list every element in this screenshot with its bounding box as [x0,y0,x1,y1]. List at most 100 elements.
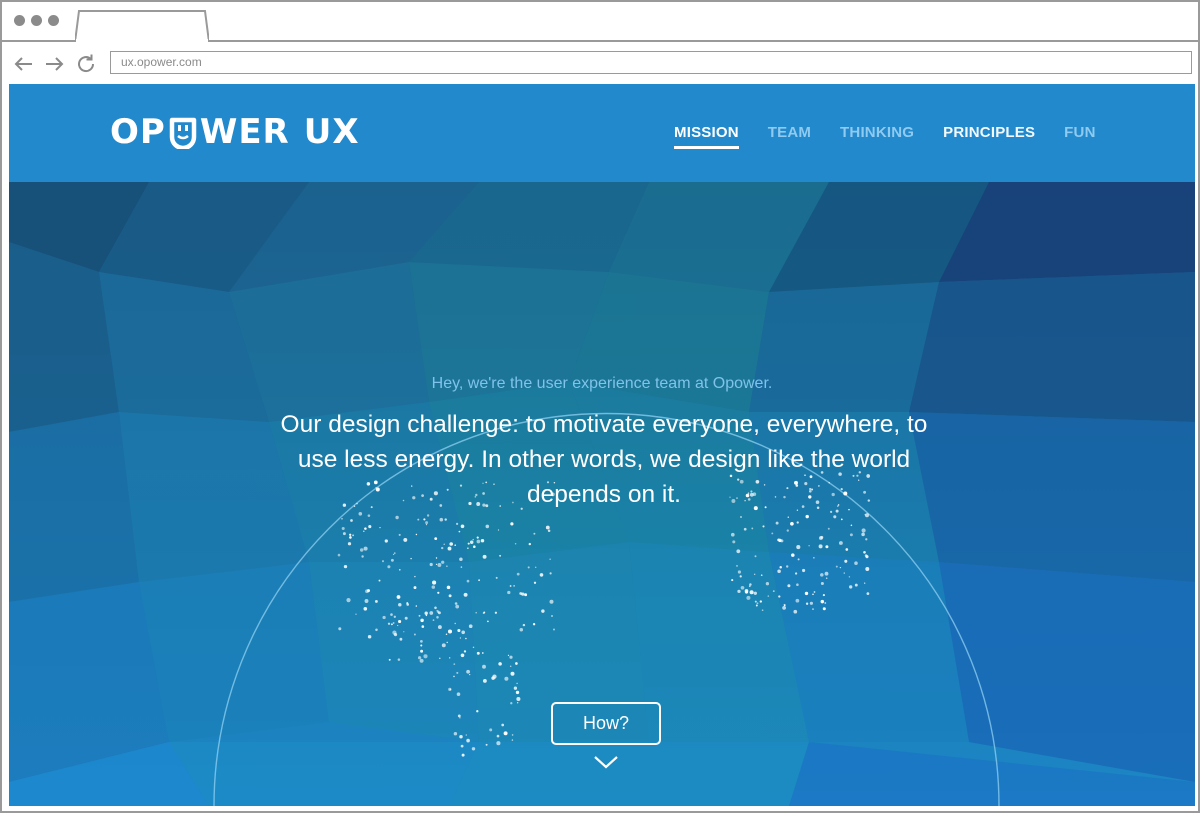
city-light-dot [533,532,536,535]
city-light-dot [516,572,520,576]
city-light-dot [824,602,827,604]
city-light-dot [341,518,343,520]
city-light-dot [521,592,525,596]
city-light-dot [864,554,868,557]
city-light-dot [420,618,424,623]
city-light-dot [480,538,485,543]
city-light-dot [378,579,381,582]
city-light-dot [390,623,393,626]
city-light-dot [485,524,490,529]
city-light-dot [382,615,386,620]
city-light-dot [398,603,402,607]
city-light-dot [865,513,869,518]
city-light-dot [527,566,530,569]
opower-ux-logo[interactable]: OP WER UX [110,112,360,152]
city-light-dot [361,555,364,558]
nav-item-fun[interactable]: FUN [1064,124,1095,149]
city-light-dot [467,542,470,545]
city-light-dot [466,669,470,674]
city-light-dot [423,654,428,659]
city-light-dot [446,585,451,590]
city-light-dot [399,569,401,571]
city-light-dot [777,569,781,574]
back-arrow-icon[interactable] [12,52,36,76]
city-light-dot [441,643,446,648]
city-light-dot [749,590,754,595]
city-light-dot [420,649,424,653]
city-light-dot [496,734,500,738]
city-light-dot [469,540,474,545]
city-light-dot [469,673,471,676]
city-light-dot [420,644,423,647]
city-light-dot [787,584,791,588]
browser-tab[interactable] [75,9,209,42]
city-light-dot [456,692,461,696]
forward-arrow-icon[interactable] [42,52,66,76]
city-light-dot [425,614,428,617]
city-light-dot [441,546,444,550]
nav-item-thinking[interactable]: THINKING [840,124,914,149]
city-light-dot [393,615,396,618]
city-light-dot [541,609,545,613]
nav-item-principles[interactable]: PRINCIPLES [943,124,1035,149]
city-light-dot [825,545,829,549]
city-light-dot [457,628,461,633]
city-light-dot [454,622,456,625]
city-light-dot [435,563,438,566]
address-bar[interactable]: ux.opower.com [110,51,1192,74]
reload-icon[interactable] [74,52,98,76]
intro-text: Hey, we're the user experience team at O… [431,375,773,392]
city-light-dot [472,538,474,541]
nav-item-mission[interactable]: MISSION [674,124,739,149]
window-dot[interactable] [31,15,42,26]
city-light-dot [454,544,456,546]
city-light-dot [363,530,365,532]
city-light-dot [453,663,456,665]
city-light-dot [387,565,391,569]
city-light-dot [737,570,742,574]
city-light-dot [497,529,500,531]
city-light-dot [415,533,418,536]
window-dot[interactable] [48,15,59,26]
city-light-dot [337,553,341,557]
city-light-dot [460,744,464,748]
city-light-dot [387,622,391,625]
city-light-dot [429,562,433,567]
city-light-dot [513,686,518,690]
city-light-dot [515,662,518,665]
city-light-dot [476,539,481,544]
nav-item-team[interactable]: TEAM [768,124,811,149]
city-light-dot [449,657,451,659]
city-light-dot [822,594,825,597]
city-light-dot [749,585,751,587]
city-light-dot [759,600,762,603]
city-light-dot [549,558,551,560]
city-light-dot [511,734,514,736]
city-light-dot [426,514,430,517]
hero-headline: Our design challenge: to motivate everyo… [280,411,928,508]
city-light-dot [436,616,439,619]
city-light-dot [466,738,470,743]
city-light-dot [343,564,348,569]
city-light-dot [786,529,789,532]
city-light-dot [754,573,756,575]
city-light-dot [485,743,488,746]
city-light-dot [517,702,519,704]
city-light-dot [833,515,837,519]
city-light-dot [844,559,848,563]
how-button[interactable]: How? [551,702,661,745]
city-light-dot [379,526,381,529]
city-light-dot [448,594,452,598]
city-light-dot [861,532,865,537]
city-light-dot [496,741,501,746]
city-light-dot [765,582,770,586]
city-light-dot [478,579,480,582]
city-light-dot [355,613,357,615]
chevron-down-icon[interactable] [594,755,618,769]
city-light-dot [737,589,741,594]
window-dot[interactable] [14,15,25,26]
city-light-dot [509,665,512,667]
city-light-dot [347,542,352,546]
city-light-dot [423,518,426,521]
city-light-dot [511,739,514,741]
